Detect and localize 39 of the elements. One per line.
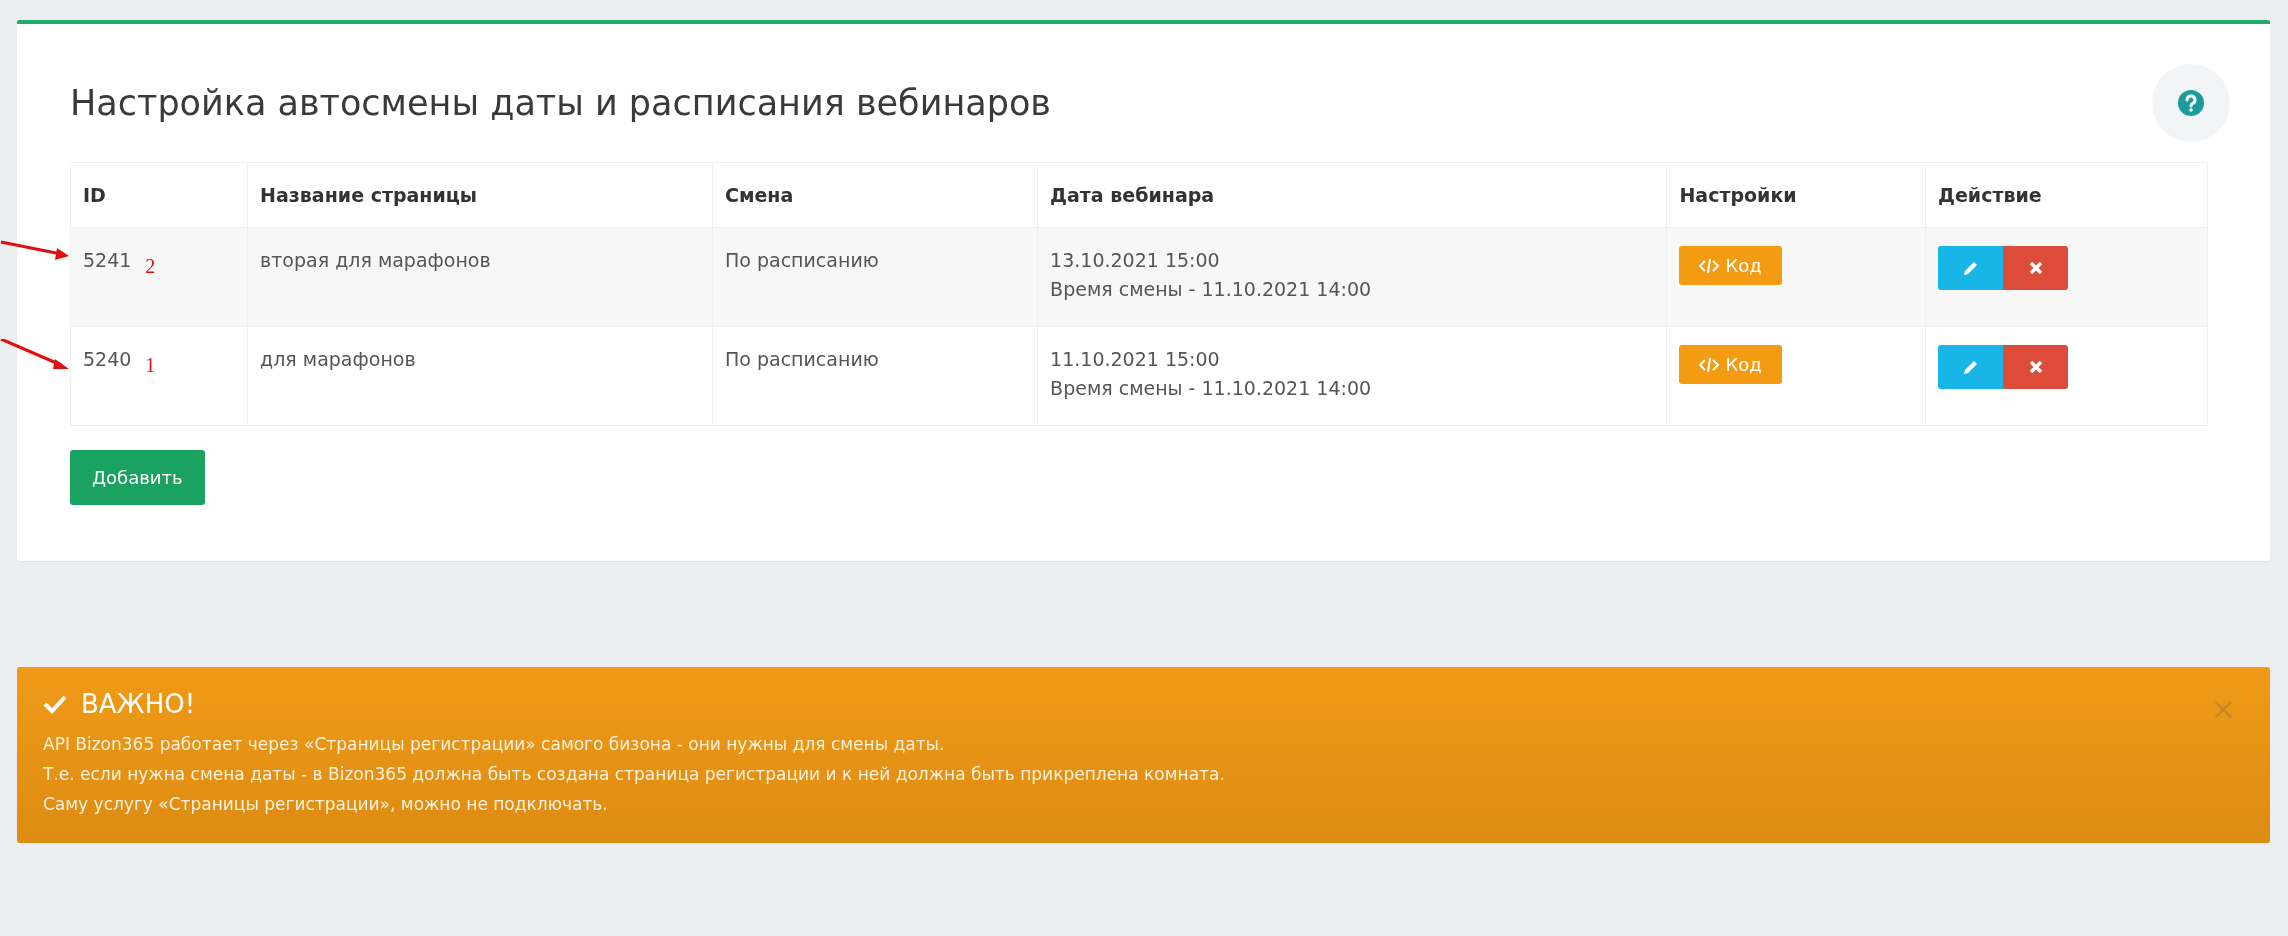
pencil-icon	[1961, 358, 1980, 376]
column-header: Дата вебинара	[1037, 162, 1667, 228]
add-button[interactable]: Добавить	[70, 450, 205, 505]
column-header: ID	[70, 162, 248, 228]
change-mode: По расписанию	[725, 347, 880, 372]
column-header: Настройки	[1666, 162, 1926, 228]
help-icon	[2177, 89, 2205, 117]
close-icon	[2027, 359, 2044, 375]
annotation-number: 2	[145, 255, 156, 277]
page-name: вторая для марафонов	[260, 248, 492, 273]
id-text: 5241	[83, 249, 132, 271]
alert-text: Саму услугу «Страницы регистрации», можно не подключать.	[43, 793, 609, 816]
delete-button[interactable]	[2003, 246, 2069, 290]
column-header: Действие	[1925, 162, 2208, 228]
annotation-arrow	[0, 339, 71, 371]
change-time: Время смены - 11.10.2021 14:00	[1050, 376, 1373, 401]
annotation-arrow	[0, 240, 71, 260]
code-button[interactable]: Код	[1679, 345, 1782, 384]
column-header: Смена	[712, 162, 1038, 228]
code-button[interactable]: Код	[1679, 246, 1782, 285]
check-icon	[43, 694, 67, 714]
panel-title: Настройка автосмены даты и расписания вебинаров	[70, 83, 1051, 123]
alert-title: ВАЖНО!	[81, 689, 196, 719]
close-icon	[2027, 260, 2044, 276]
code-icon	[1699, 257, 1720, 274]
annotation-number: 1	[145, 354, 156, 376]
webinar-date: 13.10.2021 15:00	[1050, 248, 1221, 273]
change-time: Время смены - 11.10.2021 14:00	[1050, 277, 1373, 302]
alert-text: Т.е. если нужна смена даты - в Bizon365 должна быть создана страница регистрации и к ней должна быть прикреплена комната.	[43, 763, 1226, 786]
close-button[interactable]: ×	[2210, 691, 2236, 726]
delete-button[interactable]	[2003, 345, 2069, 389]
webinar-date: 11.10.2021 15:00	[1050, 347, 1221, 372]
pencil-icon	[1961, 259, 1980, 277]
change-mode: По расписанию	[725, 248, 880, 273]
column-header: Название страницы	[247, 162, 713, 228]
id-text: 5240	[83, 348, 132, 370]
page-name: для марафонов	[260, 347, 417, 372]
code-icon	[1699, 356, 1720, 373]
alert-text: API Bizon365 работает через «Страницы регистрации» самого бизона - они нужны для смены даты.	[43, 733, 946, 756]
